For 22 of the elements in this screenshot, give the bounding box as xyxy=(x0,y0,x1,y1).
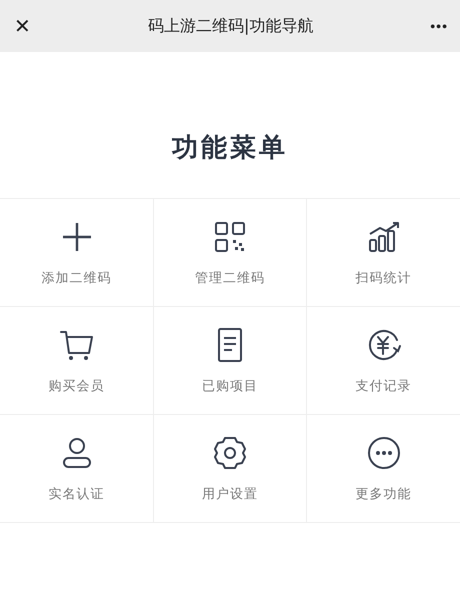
menu-label: 更多功能 xyxy=(356,486,412,503)
close-button[interactable]: ✕ xyxy=(14,14,31,38)
menu-tile[interactable]: 已购项目 xyxy=(154,307,307,415)
menu-tile[interactable]: 添加二维码 xyxy=(0,199,154,307)
page-title: 码上游二维码|功能导航 xyxy=(148,16,314,36)
menu-title: 功能菜单 xyxy=(170,132,289,165)
menu-tile[interactable]: 实名认证 xyxy=(0,415,154,523)
menu-tile[interactable]: 购买会员 xyxy=(0,307,154,415)
settings-icon xyxy=(212,435,248,471)
menu-tile[interactable]: 用户设置 xyxy=(154,415,307,523)
menu-label: 购买会员 xyxy=(48,378,104,395)
menu-label: 支付记录 xyxy=(356,378,412,395)
qr-code-icon xyxy=(212,219,248,255)
menu-tile[interactable]: 管理二维码 xyxy=(154,199,307,307)
menu-label: 实名认证 xyxy=(48,486,104,503)
menu-label: 管理二维码 xyxy=(195,270,265,287)
more-button[interactable]: ••• xyxy=(430,18,448,34)
menu-label: 用户设置 xyxy=(202,486,258,503)
menu-label: 已购项目 xyxy=(202,378,258,395)
menu-label: 扫码统计 xyxy=(356,270,412,287)
menu-label: 添加二维码 xyxy=(42,270,112,287)
more-icon xyxy=(366,435,402,471)
